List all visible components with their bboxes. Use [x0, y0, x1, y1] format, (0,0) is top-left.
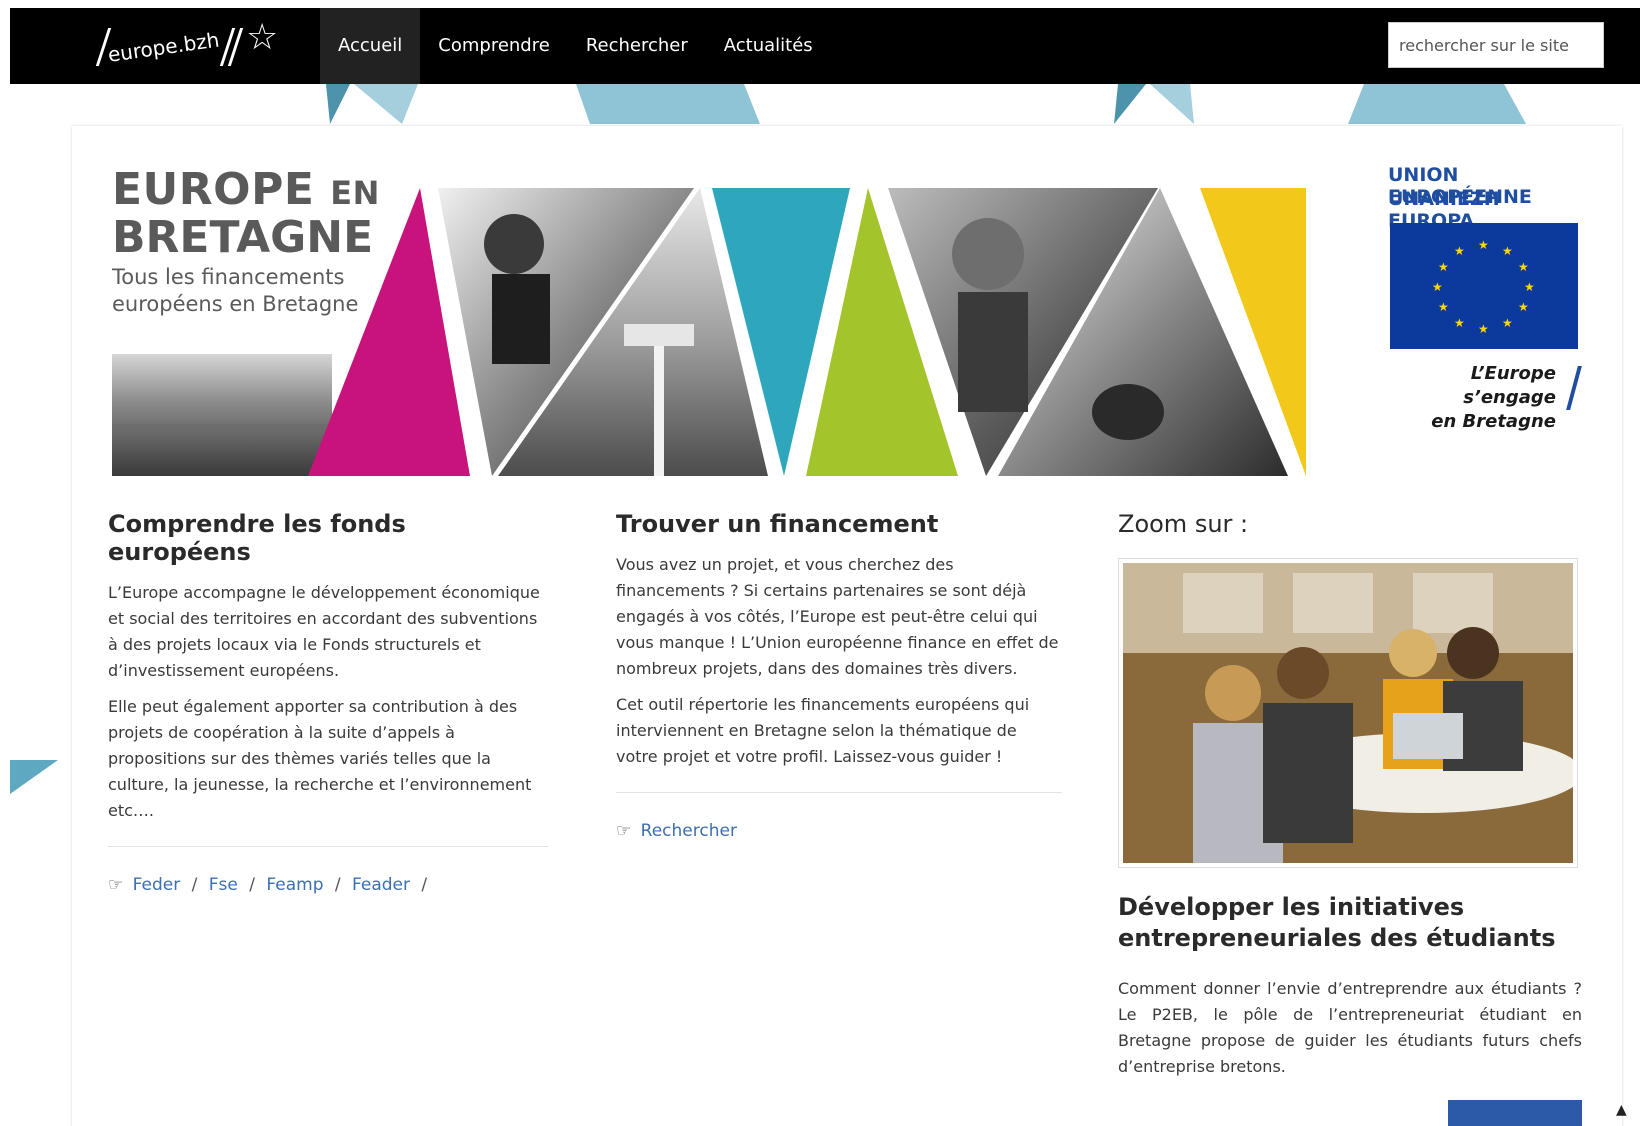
caret-up-icon[interactable]: ▲	[1616, 1102, 1627, 1118]
eu-flag-star: ★	[1438, 300, 1449, 314]
hero-banner: EUROPE EN BRETAGNE Tous les financements…	[112, 164, 1582, 476]
eu-flag-star: ★	[1454, 244, 1465, 258]
nav-item-comprendre[interactable]: Comprendre	[420, 8, 568, 84]
nav-item-rechercher[interactable]: Rechercher	[568, 8, 706, 84]
eu-flag-star: ★	[1478, 322, 1489, 336]
search-link-row: ☞ Rechercher	[616, 821, 1062, 841]
pointing-hand-icon: ☞	[616, 821, 632, 841]
column-comprendre: Comprendre les fonds européens L’Europe …	[108, 510, 548, 895]
eu-flag-star: ★	[1518, 300, 1529, 314]
banner-triangle-mosaic	[112, 188, 1306, 476]
zoom-article-text: Comment donner l’envie d’entreprendre au…	[1118, 979, 1582, 1076]
column-trouver: Trouver un financement Vous avez un proj…	[616, 510, 1062, 841]
trouver-paragraph-1: Vous avez un projet, et vous cherchez de…	[616, 555, 1059, 678]
eu-flag: ★ ★ ★ ★ ★ ★ ★ ★ ★ ★ ★ ★	[1390, 223, 1578, 349]
zoom-article-photo[interactable]	[1118, 558, 1583, 868]
comprendre-heading: Comprendre les fonds européens	[108, 510, 406, 566]
column-zoom: Zoom sur : Développer les initiatives en…	[1118, 510, 1588, 1126]
divider	[616, 792, 1062, 793]
eu-slogan-slash	[1566, 366, 1582, 410]
zoom-heading: Zoom sur :	[1118, 510, 1249, 538]
eu-flag-star: ★	[1432, 280, 1443, 294]
top-navbar: europe.bzh ☆ Accueil Comprendre Recherch…	[10, 8, 1640, 84]
star-icon: ☆	[246, 17, 279, 58]
city-harbour-photo	[112, 354, 332, 476]
link-separator: /	[421, 875, 428, 895]
eu-flag-star: ★	[1502, 244, 1513, 258]
nav-item-accueil[interactable]: Accueil	[320, 8, 421, 84]
zoom-article-title[interactable]: Développer les initiatives entrepreneuri…	[1118, 892, 1578, 954]
link-feder[interactable]: Feder	[133, 875, 181, 895]
trouver-paragraph-2: Cet outil répertorie les financements eu…	[616, 695, 1030, 766]
link-separator: /	[334, 875, 341, 895]
eu-flag-star: ★	[1502, 316, 1513, 330]
decorative-left-triangle	[10, 760, 58, 794]
eu-slogan-line1: L’Europe s’engage	[1463, 363, 1556, 408]
link-rechercher[interactable]: Rechercher	[641, 821, 737, 841]
site-logo[interactable]: europe.bzh ☆	[95, 17, 296, 72]
link-separator: /	[249, 875, 255, 895]
eu-flag-star: ★	[1518, 260, 1529, 274]
site-search-input[interactable]	[1388, 22, 1604, 68]
fund-links: ☞ Feder / Fse / Feamp / Feader /	[108, 875, 548, 895]
eu-slogan: L’Europe s’engage en Bretagne	[1388, 362, 1556, 434]
read-more-button[interactable]	[1448, 1100, 1582, 1126]
link-separator: /	[191, 875, 198, 895]
link-fse[interactable]: Fse	[209, 875, 238, 895]
eu-slogan-line2: en Bretagne	[1431, 411, 1556, 432]
main-content: EUROPE EN BRETAGNE Tous les financements…	[72, 126, 1622, 1126]
eu-flag-star: ★	[1524, 280, 1535, 294]
trouver-heading: Trouver un financement	[616, 510, 939, 538]
pointing-hand-icon: ☞	[108, 875, 124, 895]
eu-flag-star: ★	[1438, 260, 1449, 274]
nav-item-actualites[interactable]: Actualités	[706, 8, 831, 84]
students-photo	[1123, 563, 1583, 863]
eu-flag-star: ★	[1478, 238, 1489, 252]
divider	[108, 846, 548, 847]
comprendre-paragraph-2: Elle peut également apporter sa contribu…	[108, 697, 532, 820]
comprendre-paragraph-1: L’Europe accompagne le développement éco…	[108, 583, 540, 680]
eu-flag-star: ★	[1454, 316, 1465, 330]
magenta-triangle	[308, 188, 470, 476]
logo-text: europe.bzh	[106, 27, 221, 67]
main-menu: Accueil Comprendre Rechercher Actualités	[320, 8, 831, 84]
link-feamp[interactable]: Feamp	[266, 875, 323, 895]
link-feader[interactable]: Feader	[352, 875, 410, 895]
